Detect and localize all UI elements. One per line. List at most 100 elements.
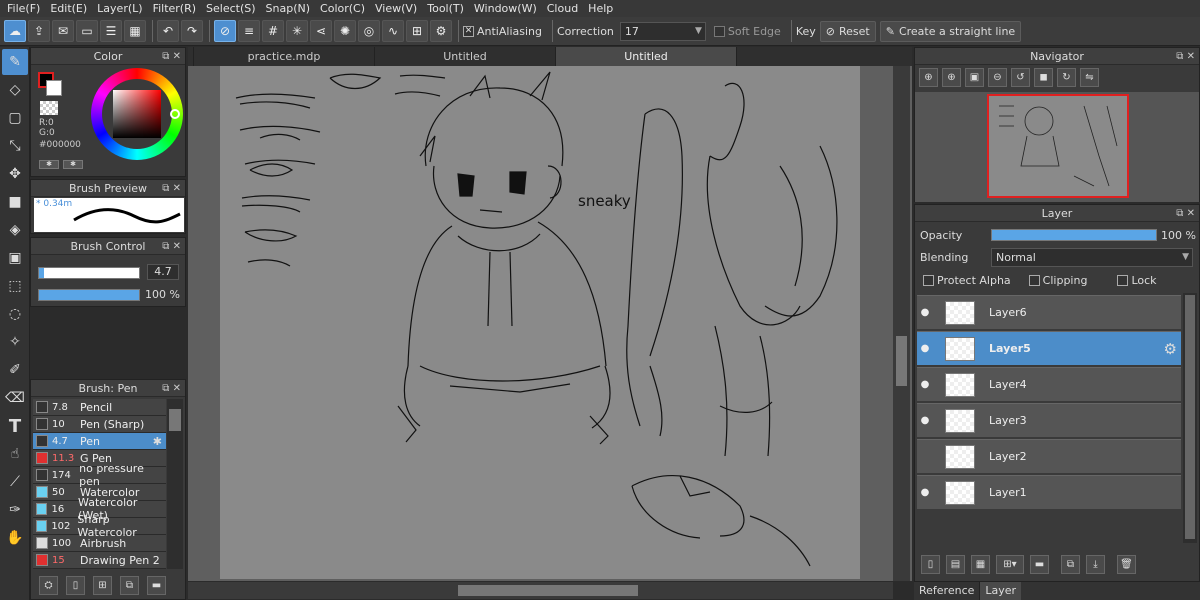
- straight-line-button[interactable]: ✎ Create a straight line: [879, 20, 1022, 42]
- export-icon[interactable]: ⇪: [28, 20, 50, 42]
- zoom-fit-icon[interactable]: ⊕: [919, 68, 938, 87]
- layer-row[interactable]: ● Layer1: [917, 475, 1181, 509]
- snap-off-icon[interactable]: ⊘: [214, 20, 236, 42]
- magic-wand-tool-icon[interactable]: ✧: [2, 329, 28, 355]
- bucket-tool-icon[interactable]: ◈: [2, 217, 28, 243]
- menu-tool[interactable]: Tool(T): [422, 0, 469, 17]
- saturation-square[interactable]: [113, 90, 161, 138]
- redo-icon[interactable]: ↷: [181, 20, 203, 42]
- menu-filter[interactable]: Filter(R): [148, 0, 201, 17]
- eye-icon[interactable]: ●: [917, 343, 933, 354]
- brush-item[interactable]: 4.7 Pen ✱: [33, 433, 166, 450]
- layer-row[interactable]: ● Layer4: [917, 367, 1181, 401]
- fill-rect-tool-icon[interactable]: ■: [2, 189, 28, 215]
- drawing-canvas[interactable]: sneaky: [220, 66, 860, 579]
- tab-layer[interactable]: Layer: [980, 582, 1022, 600]
- canvas-horizontal-scrollbar[interactable]: [188, 582, 893, 599]
- delete-layer-icon[interactable]: 🗑: [1117, 555, 1136, 574]
- add-layer-menu-icon[interactable]: ⊞▾: [996, 555, 1024, 574]
- panel-close-icon[interactable]: ⧉ ✕: [162, 48, 181, 65]
- color-mode-button-2[interactable]: ✱: [63, 160, 83, 169]
- eyedropper-tool-icon[interactable]: ✑: [2, 497, 28, 523]
- new-brush-icon[interactable]: ▯: [66, 576, 85, 595]
- tab-untitled-1[interactable]: Untitled: [375, 47, 556, 66]
- fit-window-icon[interactable]: ▣: [965, 68, 984, 87]
- brush-item[interactable]: 174 no pressure pen: [33, 462, 166, 488]
- menu-window[interactable]: Window(W): [469, 0, 542, 17]
- layer-row[interactable]: ● Layer6: [917, 295, 1181, 329]
- menu-color[interactable]: Color(C): [315, 0, 370, 17]
- menu-select[interactable]: Select(S): [201, 0, 261, 17]
- snap-burst-icon[interactable]: ✺: [334, 20, 356, 42]
- add-brush-icon[interactable]: ⊞: [93, 576, 112, 595]
- eye-icon[interactable]: ●: [917, 307, 933, 318]
- snap-settings-icon[interactable]: ⚙: [430, 20, 452, 42]
- eye-icon[interactable]: ●: [917, 415, 933, 426]
- clipping-checkbox[interactable]: [1028, 275, 1040, 286]
- menu-file[interactable]: File(F): [2, 0, 45, 17]
- snap-3d-icon[interactable]: ⊞: [406, 20, 428, 42]
- layer-row[interactable]: Layer2: [917, 439, 1181, 473]
- hue-handle[interactable]: [170, 109, 180, 119]
- brush-size-slider[interactable]: [38, 267, 140, 279]
- rectangle-tool-icon[interactable]: ▢: [2, 105, 28, 131]
- snap-curve-icon[interactable]: ∿: [382, 20, 404, 42]
- folder-icon[interactable]: ▬: [1030, 555, 1049, 574]
- duplicate-layer-icon[interactable]: ⧉: [1061, 555, 1080, 574]
- panel-close-icon[interactable]: ⧉ ✕: [1176, 205, 1195, 222]
- antialiasing-checkbox[interactable]: ✕: [463, 25, 474, 37]
- protect-alpha-checkbox[interactable]: [923, 275, 934, 286]
- snap-grid-icon[interactable]: #: [262, 20, 284, 42]
- copy-brush-icon[interactable]: ⧉: [120, 576, 139, 595]
- brush-item[interactable]: 10 Pen (Sharp): [33, 416, 166, 433]
- new-layer-icon[interactable]: ▯: [921, 555, 940, 574]
- dot-tool-icon[interactable]: ⤡: [2, 133, 28, 159]
- navigator-preview[interactable]: [915, 92, 1199, 202]
- reset-button[interactable]: ⊘ Reset: [819, 20, 876, 42]
- grid-icon[interactable]: ▦: [124, 20, 146, 42]
- hand-tool-icon[interactable]: ✋: [2, 525, 28, 551]
- transparent-swatch[interactable]: [40, 101, 58, 115]
- rotate-left-icon[interactable]: ↺: [1011, 68, 1030, 87]
- new-8bit-layer-icon[interactable]: ▦: [971, 555, 990, 574]
- layer-opacity-slider[interactable]: [991, 229, 1157, 241]
- menu-edit[interactable]: Edit(E): [45, 0, 92, 17]
- list-icon[interactable]: ☰: [100, 20, 122, 42]
- cloud-brush-icon[interactable]: ⛭: [39, 576, 58, 595]
- brush-item[interactable]: 15 Drawing Pen 2: [33, 552, 166, 569]
- window-icon[interactable]: ▭: [76, 20, 98, 42]
- layer-row[interactable]: ● Layer5 ⚙: [917, 331, 1181, 365]
- cloud-icon[interactable]: ☁: [4, 20, 26, 42]
- gear-icon[interactable]: ⚙: [1164, 340, 1177, 358]
- panel-close-icon[interactable]: ⧉ ✕: [1176, 48, 1195, 65]
- zoom-in-icon[interactable]: ⊕: [942, 68, 961, 87]
- snap-circle-icon[interactable]: ◎: [358, 20, 380, 42]
- text-tool-icon[interactable]: T: [2, 413, 28, 439]
- eraser-tool-icon[interactable]: ◇: [2, 77, 28, 103]
- rotate-right-icon[interactable]: ↻: [1057, 68, 1076, 87]
- canvas-vertical-scrollbar[interactable]: [893, 66, 910, 581]
- brush-list-scrollbar[interactable]: [167, 399, 183, 569]
- move-tool-icon[interactable]: ✥: [2, 161, 28, 187]
- background-color-swatch[interactable]: [46, 80, 62, 96]
- menu-cloud[interactable]: Cloud: [542, 0, 583, 17]
- select-eraser-tool-icon[interactable]: ⌫: [2, 385, 28, 411]
- color-mode-button[interactable]: ✱: [39, 160, 59, 169]
- flip-icon[interactable]: ⇋: [1080, 68, 1099, 87]
- canvas-area[interactable]: sneaky: [188, 66, 912, 581]
- select-rect-tool-icon[interactable]: ⬚: [2, 273, 28, 299]
- panel-close-icon[interactable]: ⧉ ✕: [162, 238, 181, 255]
- snap-radial-icon[interactable]: ✳: [286, 20, 308, 42]
- layer-row[interactable]: ● Layer3: [917, 403, 1181, 437]
- undo-icon[interactable]: ↶: [157, 20, 179, 42]
- divide-tool-icon[interactable]: ⟋: [2, 469, 28, 495]
- comment-icon[interactable]: ✉: [52, 20, 74, 42]
- gradient-tool-icon[interactable]: ▣: [2, 245, 28, 271]
- layer-list-scrollbar[interactable]: [1183, 293, 1197, 543]
- brush-tool-icon[interactable]: ✎: [2, 49, 28, 75]
- reset-view-icon[interactable]: ◼: [1034, 68, 1053, 87]
- eye-icon[interactable]: ●: [917, 487, 933, 498]
- menu-help[interactable]: Help: [583, 0, 618, 17]
- menu-snap[interactable]: Snap(N): [261, 0, 316, 17]
- brush-item[interactable]: 102 Sharp Watercolor: [33, 513, 166, 539]
